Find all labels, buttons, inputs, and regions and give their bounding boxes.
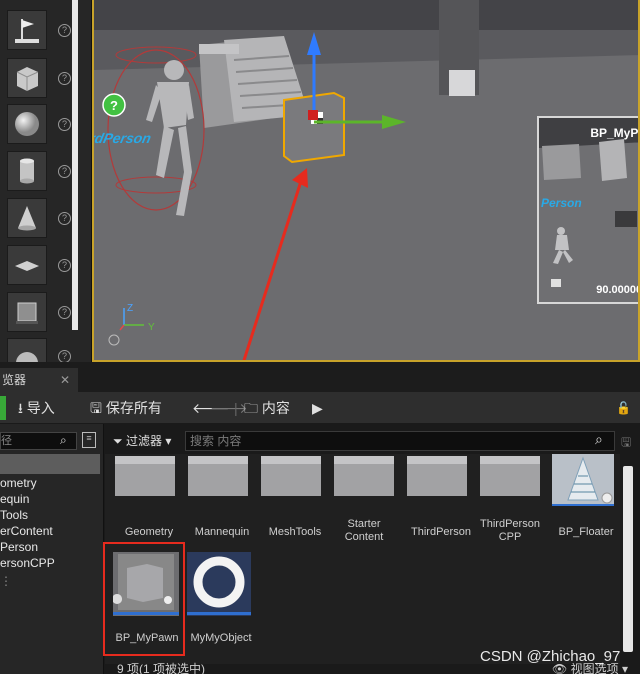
tree-collapse-icon[interactable]: ⋮ [0, 574, 12, 588]
asset-tile[interactable]: Mannequin [188, 454, 254, 546]
asset-tile[interactable]: ThirdPerson [407, 454, 473, 546]
search-icon: ⌕ [60, 433, 67, 447]
lock-icon[interactable]: 🔓 [616, 399, 631, 417]
tree-item[interactable]: ometry [0, 476, 37, 490]
folder-icon [407, 456, 467, 496]
asset-search-input[interactable]: 搜索 内容 [185, 431, 615, 451]
folder-icon [188, 456, 248, 496]
viewport-floor-text: ThirdPerson [94, 130, 153, 146]
level-viewport[interactable]: ? ThirdPerson Z Y Person BP_MyP 90.0000 [92, 0, 640, 362]
help-icon[interactable]: ? [58, 212, 71, 225]
asset-label: Mannequin [194, 526, 250, 538]
asset-tile[interactable]: MeshTools [261, 454, 327, 546]
palette-scrollbar[interactable] [72, 0, 78, 330]
object-thumbnail-icon [187, 552, 251, 616]
folder-icon: 🗀 [244, 400, 258, 416]
help-icon[interactable]: ? [58, 259, 71, 272]
asset-label: MeshTools [268, 526, 322, 538]
asset-tile[interactable]: BP_Floater [552, 454, 618, 546]
axis-y-label: Y [148, 322, 155, 333]
cube-icon[interactable] [7, 58, 47, 98]
folder-icon [480, 456, 540, 496]
add-new-button[interactable] [0, 396, 6, 420]
filters-button[interactable]: ⏷ 过滤器 ▾ [113, 431, 171, 451]
camera-preview: Person BP_MyPawn 90.000000 ° [537, 116, 639, 304]
tree-item-selected[interactable] [0, 454, 100, 474]
toolbar-divider: | [234, 400, 238, 416]
tree-search-placeholder: 径 [1, 435, 12, 447]
blueprint-thumbnail-icon [552, 454, 614, 506]
cone-icon[interactable] [7, 198, 47, 238]
flag-icon[interactable] [7, 10, 47, 50]
placement-palette: ? ? ? ? ? ? ? ? [0, 0, 92, 378]
asset-label: MyMyObject [190, 632, 252, 644]
folder-icon [334, 456, 394, 496]
asset-tile[interactable]: MyMyObject [187, 552, 253, 652]
chevron-right-icon: ▶ [312, 400, 323, 416]
help-icon[interactable]: ? [58, 72, 71, 85]
path-root-button[interactable]: 🗀 内容 [244, 399, 290, 417]
folder-tree: 径 ⌕ ≡ ometry equin Tools erContent Perso… [0, 424, 104, 674]
search-placeholder: 搜索 内容 [190, 434, 242, 448]
arrow-right-icon: 🡒 [210, 400, 248, 416]
chevron-down-icon: ▾ [621, 662, 628, 674]
import-icon: ⭳ [18, 400, 23, 416]
help-icon[interactable]: ? [58, 118, 71, 131]
help-icon[interactable]: ? [58, 165, 71, 178]
path-root-label: 内容 [261, 400, 290, 416]
import-button[interactable]: ⭳ 导入 [18, 399, 55, 417]
tree-item[interactable]: erContent [0, 524, 53, 538]
preview-title: BP_MyPawn [590, 126, 639, 140]
content-browser-tabbar: 览器 ✕ [0, 362, 640, 392]
asset-label: ThirdPerson [411, 526, 471, 538]
plane-icon[interactable] [7, 245, 47, 285]
tab-content-browser[interactable]: 览器 ✕ [0, 368, 78, 392]
save-search-icon[interactable]: 🖫 [621, 433, 631, 454]
help-icon[interactable]: ? [58, 306, 71, 319]
close-icon[interactable]: ✕ [60, 368, 70, 392]
tree-item[interactable]: Tools [0, 508, 28, 522]
folder-icon [261, 456, 321, 496]
watermark: CSDN @Zhichao_97 [480, 648, 621, 665]
list-view-icon[interactable]: ≡ [82, 432, 96, 448]
asset-tile[interactable]: Starter Content [334, 454, 400, 546]
tree-item[interactable]: Person [0, 540, 38, 554]
filter-label: 过滤器 [125, 434, 162, 448]
unreal-editor: { "palette": { "items": [ {"icon": "flag… [0, 0, 640, 674]
path-expand-button[interactable]: ▶ [312, 399, 323, 417]
annotation-highlight-box [103, 542, 185, 656]
asset-grid-scrollbar[interactable] [623, 466, 633, 652]
asset-label: ThirdPerson CPP [480, 518, 540, 543]
box-trigger-icon[interactable] [7, 292, 47, 332]
forward-button[interactable]: 🡒 [210, 399, 248, 417]
preview-floor-text: Person [541, 196, 582, 210]
content-browser-toolbar: ⭳ 导入 🖫 保存所有 🡐 🡒 | 🗀 内容 ▶ 🔓 [0, 392, 640, 424]
help-icon[interactable]: ? [58, 24, 71, 37]
svg-text:?: ? [110, 98, 118, 113]
sphere-icon[interactable] [7, 104, 47, 144]
asset-label: Geometry [124, 526, 174, 538]
preview-angle: 90.000000 ° [596, 284, 638, 296]
folder-icon [115, 456, 175, 496]
cylinder-icon[interactable] [7, 151, 47, 191]
save-all-label: 保存所有 [105, 400, 162, 416]
import-label: 导入 [26, 400, 55, 416]
save-all-button[interactable]: 🖫 保存所有 [90, 399, 162, 417]
filter-icon: ⏷ [113, 434, 123, 448]
asset-label: Starter Content [344, 518, 384, 543]
chevron-down-icon: ▾ [165, 434, 172, 448]
asset-tile[interactable]: Geometry [115, 454, 181, 546]
asset-tile[interactable]: ThirdPerson CPP [480, 454, 546, 546]
tab-label: 览器 [2, 373, 27, 387]
filter-bar: ⏷ 过滤器 ▾ 搜索 内容 ⌕ 🖫 [105, 430, 640, 454]
asset-label: BP_Floater [558, 526, 614, 538]
axis-z-label: Z [127, 303, 133, 314]
status-text: 9 项(1 项被选中) [117, 662, 206, 674]
tree-item[interactable]: ersonCPP [0, 556, 55, 570]
save-icon: 🖫 [90, 400, 102, 416]
search-icon: ⌕ [595, 431, 603, 447]
tree-item[interactable]: equin [0, 492, 29, 506]
